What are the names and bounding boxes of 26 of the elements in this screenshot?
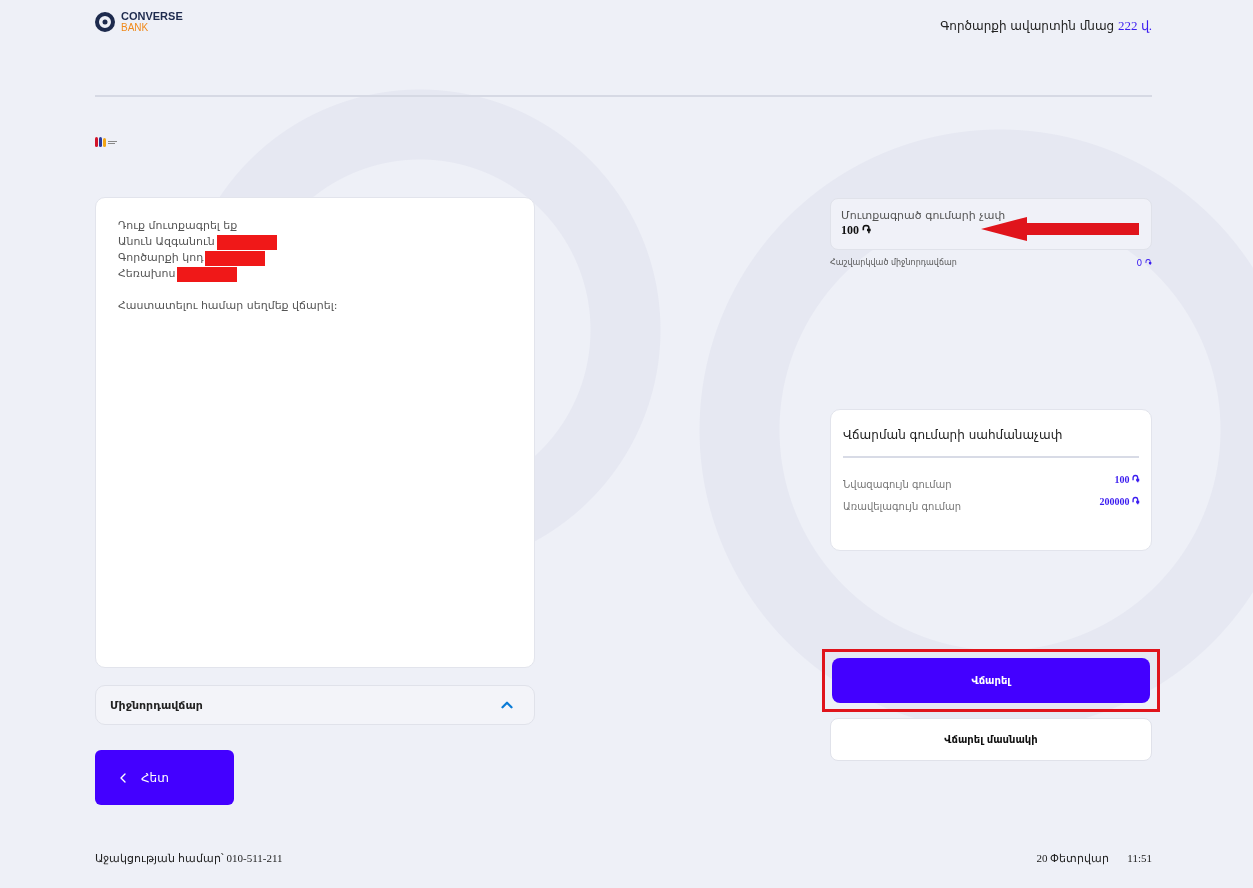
- back-button[interactable]: Հետ: [95, 750, 234, 805]
- limit-value: 100 ֏: [1114, 474, 1139, 487]
- fee-accordion[interactable]: Միջնորդավճար: [95, 685, 535, 725]
- time-text: 11:51: [1127, 852, 1152, 865]
- date-text: 20 Փետրվար: [1036, 852, 1110, 865]
- limit-label: Նվազագույն գումար: [843, 478, 952, 492]
- info-text: Հեռախոս: [118, 266, 176, 282]
- partner-logo-icon: [95, 137, 117, 147]
- logo-subtitle: BANK: [121, 22, 150, 33]
- amount-value: 100 ֏: [841, 223, 872, 238]
- info-text: Անուն Ազգանուն: [118, 234, 215, 250]
- logo-icon: [95, 11, 115, 32]
- limits-title: Վճարման գումարի սահմանաչափ: [843, 428, 1139, 458]
- logo-name: CONVERSE: [121, 10, 183, 22]
- limit-label: Առավելագույն գումար: [843, 500, 962, 514]
- confirm-note: Հաստատելու համար սեղմեք վճարել:: [118, 298, 339, 314]
- fee-label: Հաշվարկված միջնորդավճար: [830, 258, 957, 269]
- timer-text: Գործարքի ավարտին մնաց 222 վ.: [940, 17, 1152, 34]
- info-text: Գործարքի կոդ: [118, 250, 204, 266]
- partial-pay-button[interactable]: Վճարել մասնակի: [830, 718, 1152, 761]
- fee-value: 0 ֏: [1136, 258, 1152, 269]
- pay-button[interactable]: Վճարել: [832, 658, 1150, 703]
- limit-value: 200000 ֏: [1099, 496, 1139, 509]
- amount-label: Մուտքագրած գումարի չափ: [841, 209, 1007, 223]
- info-text: Դուք մուտքագրել եք: [118, 218, 238, 234]
- support-phone: Աջակցության համար՝ 010-511-211: [95, 852, 283, 865]
